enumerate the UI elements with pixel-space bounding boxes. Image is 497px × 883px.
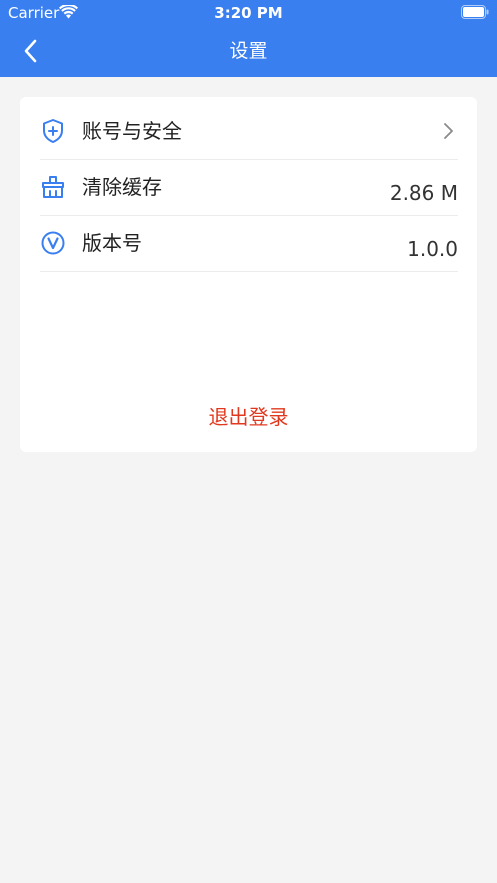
settings-card: 账号与安全 清除缓存 2.86 M 版本号 1.0.0 退出登录 bbox=[20, 97, 477, 452]
version-v-icon bbox=[41, 231, 65, 255]
battery-icon bbox=[461, 5, 489, 19]
page-title: 设置 bbox=[229, 40, 268, 62]
settings-item-label: 清除缓存 bbox=[82, 175, 162, 199]
broom-icon bbox=[42, 176, 64, 198]
app-header: Carrier 3:20 PM 设置 bbox=[0, 0, 497, 77]
status-time: 3:20 PM bbox=[214, 4, 283, 22]
nav-bar: 设置 bbox=[0, 26, 497, 77]
shield-plus-icon bbox=[43, 119, 63, 143]
settings-item-clear-cache[interactable]: 清除缓存 2.86 M bbox=[40, 159, 458, 216]
settings-item-version: 版本号 1.0.0 bbox=[40, 215, 458, 272]
settings-item-label: 版本号 bbox=[82, 231, 142, 255]
version-value: 1.0.0 bbox=[407, 237, 458, 261]
status-bar: Carrier 3:20 PM bbox=[0, 0, 497, 26]
cache-size-value: 2.86 M bbox=[389, 181, 458, 205]
settings-item-account-security[interactable]: 账号与安全 bbox=[40, 103, 458, 160]
settings-item-label: 账号与安全 bbox=[82, 119, 182, 143]
logout-button[interactable]: 退出登录 bbox=[20, 397, 477, 437]
chevron-right-icon bbox=[444, 123, 453, 139]
